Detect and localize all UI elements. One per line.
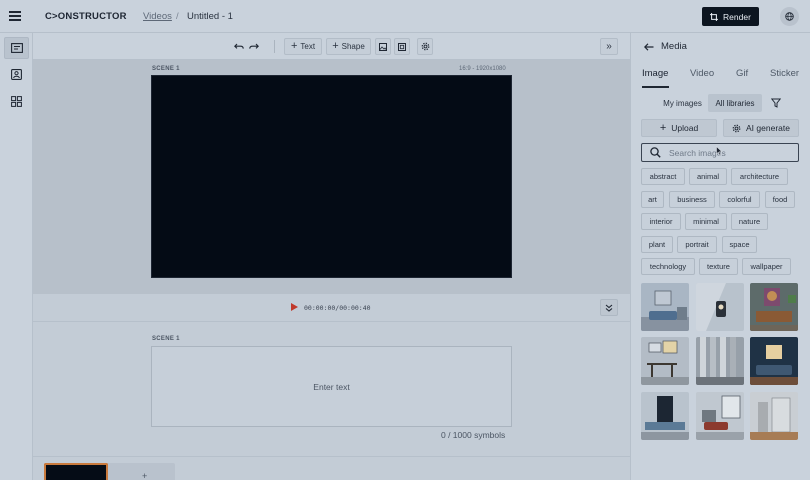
sparkle-gear-icon — [732, 124, 741, 132]
tag-chip[interactable]: architecture — [731, 168, 788, 185]
ai-generate-label: AI generate — [746, 123, 790, 133]
media-tabs: Image Video Gif Sticker — [631, 68, 810, 88]
upload-label: Upload — [671, 123, 699, 133]
double-chevron-down-icon — [605, 304, 613, 312]
add-image-button[interactable] — [375, 38, 391, 55]
panel-header: Media — [644, 41, 687, 52]
crop-icon — [710, 12, 719, 21]
settings-button[interactable] — [417, 38, 433, 55]
active-tab-indicator — [642, 86, 669, 88]
panel-title: Media — [661, 41, 687, 52]
menu-icon[interactable] — [9, 11, 21, 21]
toolbar-divider — [274, 40, 275, 53]
scene-list-icon — [10, 43, 23, 53]
image-thumbnail[interactable] — [641, 283, 689, 331]
aspect-ratio-label: 16:9 - 1920x1080 — [459, 66, 506, 72]
tag-chip[interactable]: colorful — [719, 191, 760, 208]
tag-chip[interactable]: texture — [699, 258, 738, 275]
editor-toolbar: + Text + Shape » — [33, 33, 630, 60]
redo-icon[interactable] — [247, 38, 261, 55]
undo-icon[interactable] — [232, 38, 246, 55]
sidebar-scenes-button[interactable] — [4, 37, 29, 59]
render-button-label: Render — [723, 11, 751, 22]
left-sidebar — [0, 33, 33, 480]
tag-chip[interactable]: plant — [641, 236, 673, 253]
canvas-scene-label: SCENE 1 — [152, 66, 180, 72]
filter-icon[interactable] — [770, 98, 782, 110]
upload-button[interactable]: + Upload — [641, 119, 717, 137]
library-toggle: My images All libraries — [657, 94, 764, 112]
search-input[interactable] — [669, 147, 789, 158]
tab-sticker[interactable]: Sticker — [770, 68, 799, 79]
image-thumbnail[interactable] — [750, 337, 798, 385]
image-thumbnail[interactable] — [696, 392, 744, 440]
plus-icon: + — [332, 40, 339, 52]
play-icon[interactable] — [291, 303, 298, 311]
tag-chip[interactable]: food — [765, 191, 795, 208]
mouse-cursor-icon — [716, 145, 723, 158]
image-thumbnail[interactable] — [696, 283, 744, 331]
add-shape-button[interactable]: + Shape — [326, 38, 371, 55]
tag-chip[interactable]: portrait — [677, 236, 717, 253]
add-media-button[interactable] — [394, 38, 410, 55]
ai-generate-button[interactable]: AI generate — [723, 119, 799, 137]
symbol-counter: 0 / 1000 symbols — [441, 430, 506, 440]
avatar-icon — [11, 68, 22, 80]
add-shape-label: Shape — [341, 42, 365, 51]
search-icon — [650, 147, 661, 158]
tag-chip[interactable]: minimal — [685, 213, 727, 230]
image-thumbnail[interactable] — [641, 337, 689, 385]
tag-chip[interactable]: business — [669, 191, 715, 208]
expand-panel-button[interactable]: » — [600, 38, 618, 55]
tab-image[interactable]: Image — [642, 68, 668, 79]
add-scene-button[interactable]: + — [142, 471, 147, 480]
all-libraries-option[interactable]: All libraries — [708, 94, 762, 112]
grid-icon — [11, 95, 22, 107]
plus-icon: + — [290, 40, 298, 52]
timecode: 00:00:00/00:00:40 — [304, 304, 371, 312]
add-text-label: Text — [300, 42, 316, 51]
gear-icon — [421, 42, 429, 51]
tag-chip[interactable]: interior — [641, 213, 681, 230]
tag-chip[interactable]: animal — [689, 168, 727, 185]
image-thumbnail[interactable] — [750, 283, 798, 331]
image-thumbnail[interactable] — [696, 337, 744, 385]
globe-icon[interactable] — [780, 7, 799, 26]
image-icon — [379, 42, 387, 51]
tag-chip[interactable]: art — [641, 191, 664, 208]
tag-chip[interactable]: technology — [641, 258, 695, 275]
scene-thumbnail[interactable] — [44, 463, 108, 480]
project-title[interactable]: Untitled - 1 — [187, 11, 233, 22]
my-images-option[interactable]: My images — [657, 94, 708, 112]
tab-gif[interactable]: Gif — [736, 68, 748, 79]
double-chevron-right-icon: » — [606, 40, 612, 52]
image-thumbnail[interactable] — [641, 392, 689, 440]
breadcrumb-videos-link[interactable]: Videos — [143, 11, 172, 22]
scene-text-input[interactable]: Enter text — [151, 346, 512, 427]
render-button[interactable]: Render — [702, 7, 759, 26]
tag-chip[interactable]: nature — [731, 213, 768, 230]
tag-chip[interactable]: space — [722, 236, 757, 253]
tag-chip[interactable]: abstract — [641, 168, 685, 185]
breadcrumb-separator: / — [176, 11, 179, 22]
collapse-button[interactable] — [600, 299, 618, 316]
sidebar-avatar-button[interactable] — [4, 63, 29, 85]
tab-video[interactable]: Video — [690, 68, 714, 79]
sidebar-templates-button[interactable] — [4, 90, 29, 112]
top-bar: C>ONSTRUCTOR Videos / Untitled - 1 Rende… — [0, 0, 810, 33]
add-text-button[interactable]: + Text — [284, 38, 322, 55]
back-arrow-icon[interactable] — [644, 42, 654, 51]
tag-chip[interactable]: wallpaper — [742, 258, 791, 275]
media-icon — [398, 42, 406, 51]
player-bar: 00:00:00/00:00:40 — [33, 294, 630, 322]
image-thumbnail[interactable] — [750, 392, 798, 440]
script-scene-label: SCENE 1 — [152, 336, 180, 342]
plus-icon: + — [659, 121, 667, 134]
scene-thumbnail-strip: + — [44, 463, 175, 480]
app-logo[interactable]: C>ONSTRUCTOR — [45, 11, 127, 22]
video-preview[interactable] — [151, 75, 512, 278]
